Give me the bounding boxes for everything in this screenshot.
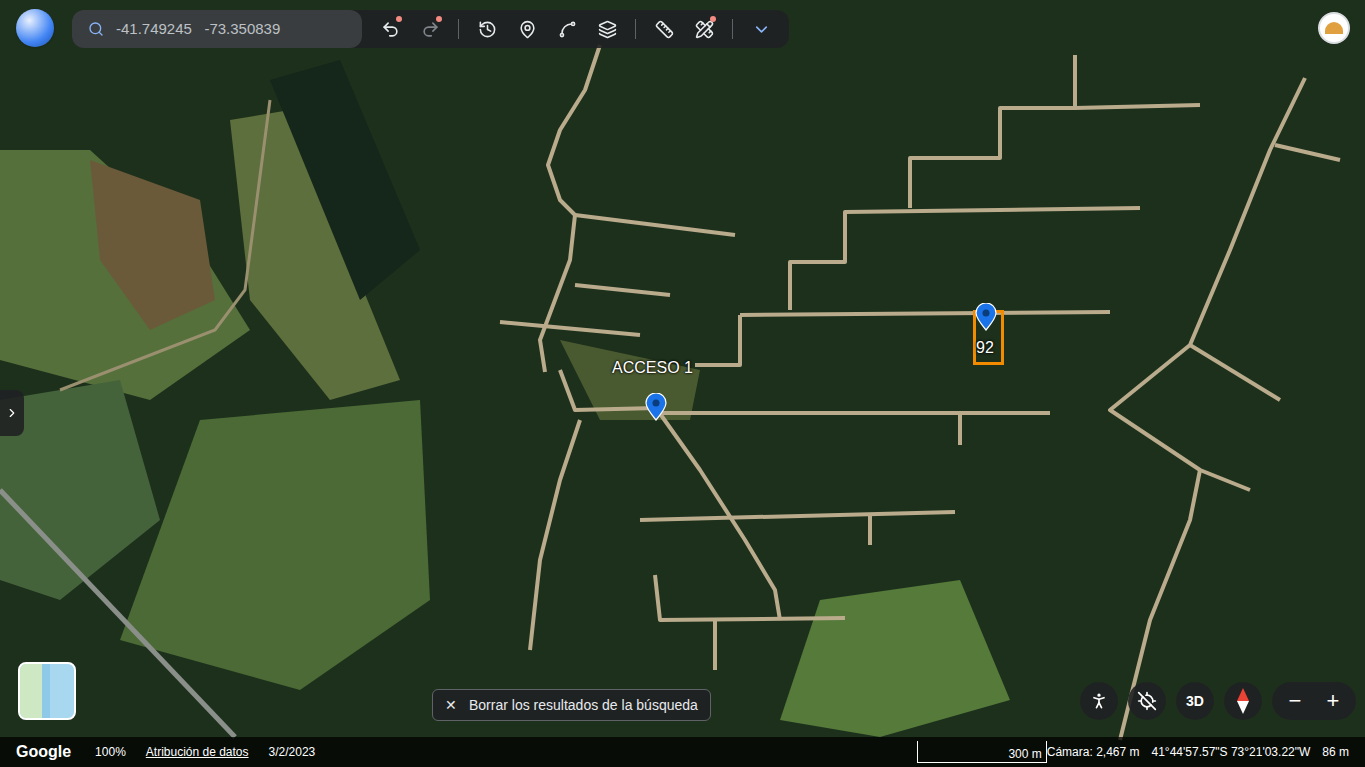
placemark-label[interactable]: 92 — [976, 338, 994, 358]
redo-button[interactable] — [410, 11, 450, 47]
dirt-road — [910, 105, 1200, 208]
placemark-icon — [518, 20, 537, 39]
dirt-road — [1275, 145, 1340, 160]
tilt-off-icon — [1137, 691, 1157, 711]
pegman-icon — [1089, 691, 1109, 711]
dirt-road — [640, 512, 955, 520]
badge-dot — [710, 16, 716, 22]
earth-logo[interactable] — [16, 9, 54, 47]
dirt-road — [958, 413, 962, 445]
status-bar: Google 100% Atribución de datos 3/2/2023 300… — [0, 737, 1365, 767]
view-mode-button[interactable]: 3D — [1176, 682, 1214, 720]
toolbar-separator — [458, 19, 459, 39]
ruler-icon — [655, 20, 674, 39]
dirt-road — [1110, 78, 1305, 490]
toolbar: -41.749245 -73.350839 — [72, 10, 789, 48]
dirt-road — [713, 620, 717, 670]
undo-icon — [381, 20, 400, 39]
placemark-pin-icon[interactable] — [975, 303, 997, 331]
cursor-coordinates: 41°44'57.57"S 73°21'03.22"W — [1152, 743, 1311, 761]
history-button[interactable] — [467, 11, 507, 47]
dirt-road — [540, 45, 600, 372]
minimap-button[interactable] — [18, 662, 76, 720]
camera-altitude: Cámara: 2,467 m — [1047, 743, 1140, 761]
dirt-road — [656, 411, 1050, 415]
close-glyph[interactable]: ✕ — [445, 695, 457, 716]
satellite-map[interactable] — [0, 0, 1365, 767]
zoom-out-button[interactable]: − — [1276, 684, 1314, 718]
history-icon — [478, 20, 497, 39]
clear-search-results[interactable]: ✕Borrar los resultados de la búsqueda — [432, 689, 711, 721]
cursor-elevation: 86 m — [1322, 743, 1349, 761]
tools-button[interactable] — [684, 11, 724, 47]
undo-button[interactable] — [370, 11, 410, 47]
dirt-road — [868, 515, 872, 545]
placemark-button[interactable] — [507, 11, 547, 47]
compass-icon — [1237, 688, 1249, 714]
search-icon — [88, 21, 104, 37]
dirt-road — [655, 575, 845, 620]
placemark-label[interactable]: ACCESO 1 — [612, 358, 693, 378]
attribution-link[interactable]: Atribución de datos — [146, 743, 249, 761]
side-panel-toggle[interactable] — [0, 390, 24, 436]
zoom-level: 100% — [95, 743, 126, 761]
toolbar-separator — [635, 19, 636, 39]
dirt-road — [500, 322, 640, 335]
dirt-road — [530, 420, 580, 650]
dirt-road — [740, 312, 1110, 315]
tilt-button[interactable] — [1128, 682, 1166, 720]
tools-icon — [695, 20, 714, 39]
map-controls: 3D −+ — [1080, 682, 1356, 720]
layers-icon — [598, 20, 617, 39]
redo-icon — [421, 20, 440, 39]
dirt-road — [1190, 345, 1280, 400]
placemark-pin-icon[interactable] — [645, 393, 667, 421]
dirt-road — [575, 285, 670, 295]
dirt-road — [575, 215, 735, 235]
chevron-right-icon — [5, 406, 19, 420]
toolbar-separator — [732, 19, 733, 39]
zoom-in-button[interactable]: + — [1314, 684, 1352, 718]
dirt-road — [790, 208, 1140, 310]
more-icon — [752, 20, 771, 39]
more-button[interactable] — [741, 11, 781, 47]
ruler-button[interactable] — [644, 11, 684, 47]
path-button[interactable] — [547, 11, 587, 47]
badge-dot — [436, 16, 442, 22]
google-earth-app: ACCESO 1 92 -41.749245 -73.350839 ✕Borrar l… — [0, 0, 1365, 767]
dirt-road — [695, 315, 740, 365]
dirt-road — [1073, 55, 1077, 108]
account-avatar[interactable] — [1318, 12, 1350, 44]
google-logo: Google — [16, 740, 71, 764]
compass-button[interactable] — [1224, 682, 1262, 720]
dirt-road — [560, 370, 780, 620]
badge-dot — [396, 16, 402, 22]
street-view-button[interactable] — [1080, 682, 1118, 720]
imagery-date: 3/2/2023 — [269, 743, 316, 761]
zoom-control: −+ — [1272, 682, 1356, 720]
path-icon — [558, 20, 577, 39]
search-field[interactable]: -41.749245 -73.350839 — [72, 10, 362, 48]
layers-button[interactable] — [587, 11, 627, 47]
scale-bar: 300 m — [917, 741, 1047, 763]
